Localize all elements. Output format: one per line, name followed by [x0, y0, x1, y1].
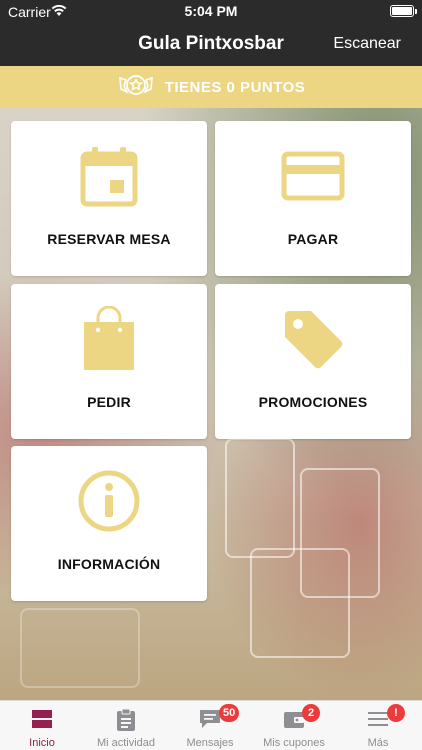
- background-chair: [20, 608, 140, 688]
- order-tile[interactable]: PEDIR: [11, 284, 207, 439]
- promotions-label: PROMOCIONES: [258, 394, 368, 410]
- tab-mensajes[interactable]: 50 Mensajes: [168, 701, 252, 750]
- tab-mas[interactable]: ! Más: [336, 701, 420, 750]
- reserve-table-tile[interactable]: RESERVAR MESA: [11, 121, 207, 276]
- tab-mis-cupones[interactable]: 2 Mis cupones: [252, 701, 336, 750]
- points-banner[interactable]: TIENES 0 PUNTOS: [0, 66, 422, 108]
- shopping-bag-icon: [11, 304, 207, 374]
- order-label: PEDIR: [87, 394, 131, 410]
- information-tile[interactable]: INFORMACIÓN: [11, 446, 207, 601]
- tab-mi-actividad-label: Mi actividad: [96, 737, 156, 749]
- status-bar: Carrier 5:04 PM: [0, 0, 422, 24]
- messages-badge: 50: [219, 704, 240, 722]
- points-label: TIENES 0 PUNTOS: [164, 78, 306, 96]
- medal-star-icon: [117, 72, 155, 103]
- tab-mi-actividad[interactable]: Mi actividad: [84, 701, 168, 750]
- reserve-table-label: RESERVAR MESA: [47, 231, 171, 247]
- pay-tile[interactable]: PAGAR: [215, 121, 411, 276]
- credit-card-icon: [215, 141, 411, 211]
- background-chair: [250, 548, 350, 658]
- battery-icon: [390, 5, 417, 17]
- tab-mis-cupones-label: Mis cupones: [263, 737, 325, 749]
- tab-inicio[interactable]: Inicio: [0, 701, 84, 750]
- background-chair: [225, 438, 295, 558]
- tab-inicio-label: Inicio: [29, 737, 55, 749]
- calendar-icon: [11, 141, 207, 211]
- tab-mensajes-label: Mensajes: [186, 737, 234, 749]
- dashboard-grid: RESERVAR MESA PAGAR PEDIR PROMOCIONES IN…: [0, 108, 422, 700]
- tab-bar: Inicio Mi actividad 50 Mensajes 2 Mis cu…: [0, 700, 422, 750]
- tab-mas-label: Más: [367, 737, 389, 749]
- navigation-bar: Gula Pintxosbar Escanear: [0, 24, 422, 66]
- home-grid-icon: [0, 708, 84, 734]
- more-badge: !: [387, 704, 405, 722]
- tag-icon: [215, 304, 411, 374]
- pay-label: PAGAR: [287, 231, 339, 247]
- message-icon: [168, 708, 252, 734]
- coupons-badge: 2: [302, 704, 320, 722]
- information-label: INFORMACIÓN: [57, 556, 161, 572]
- clock: 5:04 PM: [184, 3, 238, 19]
- wallet-icon: [252, 708, 336, 734]
- promotions-tile[interactable]: PROMOCIONES: [215, 284, 411, 439]
- menu-icon: [336, 708, 420, 734]
- scan-button[interactable]: Escanear: [333, 35, 401, 53]
- clipboard-icon: [84, 708, 168, 734]
- info-icon: [11, 466, 207, 536]
